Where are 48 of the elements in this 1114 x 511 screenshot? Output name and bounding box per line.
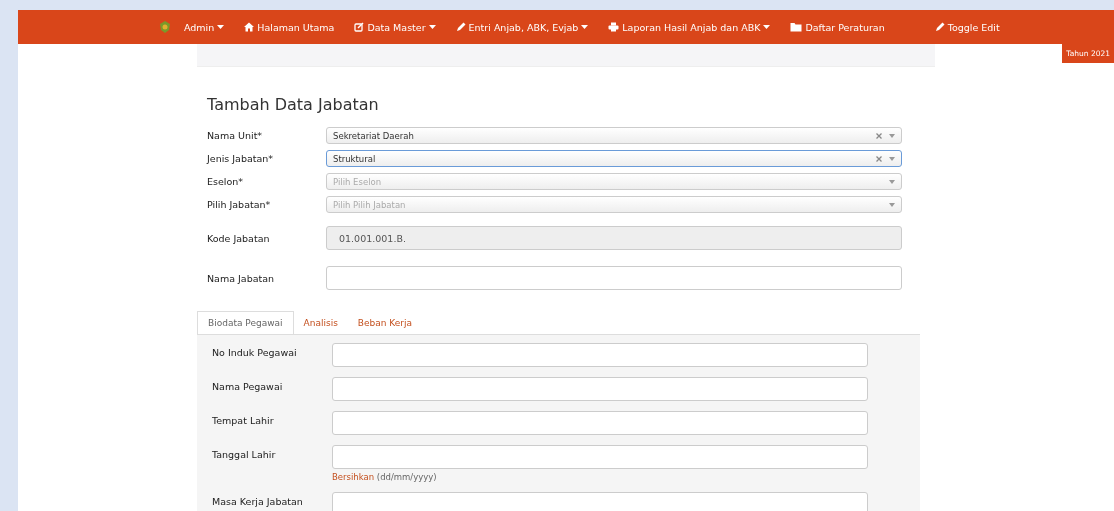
input-field[interactable]	[332, 411, 868, 435]
field-label: Kode Jabatan	[207, 232, 271, 244]
page-title: Tambah Data Jabatan	[207, 95, 380, 114]
nav-menu-item[interactable]: Entri Anjab, ABK, Evjab	[455, 21, 589, 33]
select-field[interactable]: Struktural	[326, 150, 902, 167]
tab[interactable]: Beban Kerja	[347, 312, 423, 334]
input-field[interactable]	[332, 377, 868, 401]
readonly-field: 01.001.001.B.	[326, 226, 902, 250]
caret-icon	[889, 202, 895, 207]
pencil-icon	[934, 22, 945, 32]
nav-menu-item[interactable]: Halaman Utama	[244, 21, 335, 33]
caret-icon	[889, 133, 895, 138]
clear-icon[interactable]	[876, 155, 882, 162]
field-label: Pilih Jabatan*	[207, 199, 272, 210]
caret-icon	[889, 179, 895, 184]
emblem-icon	[158, 20, 172, 34]
pencil-icon	[455, 22, 466, 32]
field-label: Nama Jabatan	[207, 272, 276, 284]
nav-menu-item[interactable]: Toggle Edit	[934, 21, 1000, 33]
date-format-hint: (dd/mm/yyyy)	[376, 472, 437, 482]
select-field[interactable]: Pilih Pilih Jabatan	[326, 196, 902, 213]
input-field[interactable]	[332, 445, 868, 469]
tab[interactable]: Analisis	[293, 312, 348, 334]
field-label: Masa Kerja Jabatan	[212, 495, 304, 509]
input-field[interactable]	[332, 343, 868, 367]
nav-menu-item[interactable]: Admin	[184, 21, 225, 33]
input-field[interactable]	[332, 492, 868, 511]
select-field[interactable]: Sekretariat Daerah	[326, 127, 902, 144]
select-field[interactable]: Pilih Eselon	[326, 173, 902, 190]
nav-menu-item[interactable]: Data Master	[354, 21, 436, 33]
nav-menu-item[interactable]: Laporan Hasil Anjab dan ABK	[608, 21, 771, 33]
field-label: No Induk Pegawai	[212, 346, 298, 360]
input-field[interactable]	[326, 266, 902, 290]
home-icon	[244, 22, 255, 32]
caret-icon	[889, 156, 895, 161]
printer-icon	[608, 22, 620, 32]
field-label: Tanggal Lahir	[212, 448, 277, 462]
folder-icon	[790, 22, 803, 32]
field-label: Eselon*	[207, 176, 245, 187]
tab[interactable]: Biodata Pegawai	[197, 311, 294, 334]
clear-icon[interactable]	[876, 132, 882, 139]
field-label: Tempat Lahir	[212, 414, 275, 428]
clear-link[interactable]: Bersihkan	[332, 472, 375, 482]
nav-menu-item[interactable]: Daftar Peraturan	[790, 21, 885, 33]
field-label: Jenis Jabatan*	[207, 153, 275, 164]
field-label: Nama Pegawai	[212, 380, 284, 394]
edit-icon	[354, 22, 365, 32]
field-label: Nama Unit*	[207, 130, 264, 141]
